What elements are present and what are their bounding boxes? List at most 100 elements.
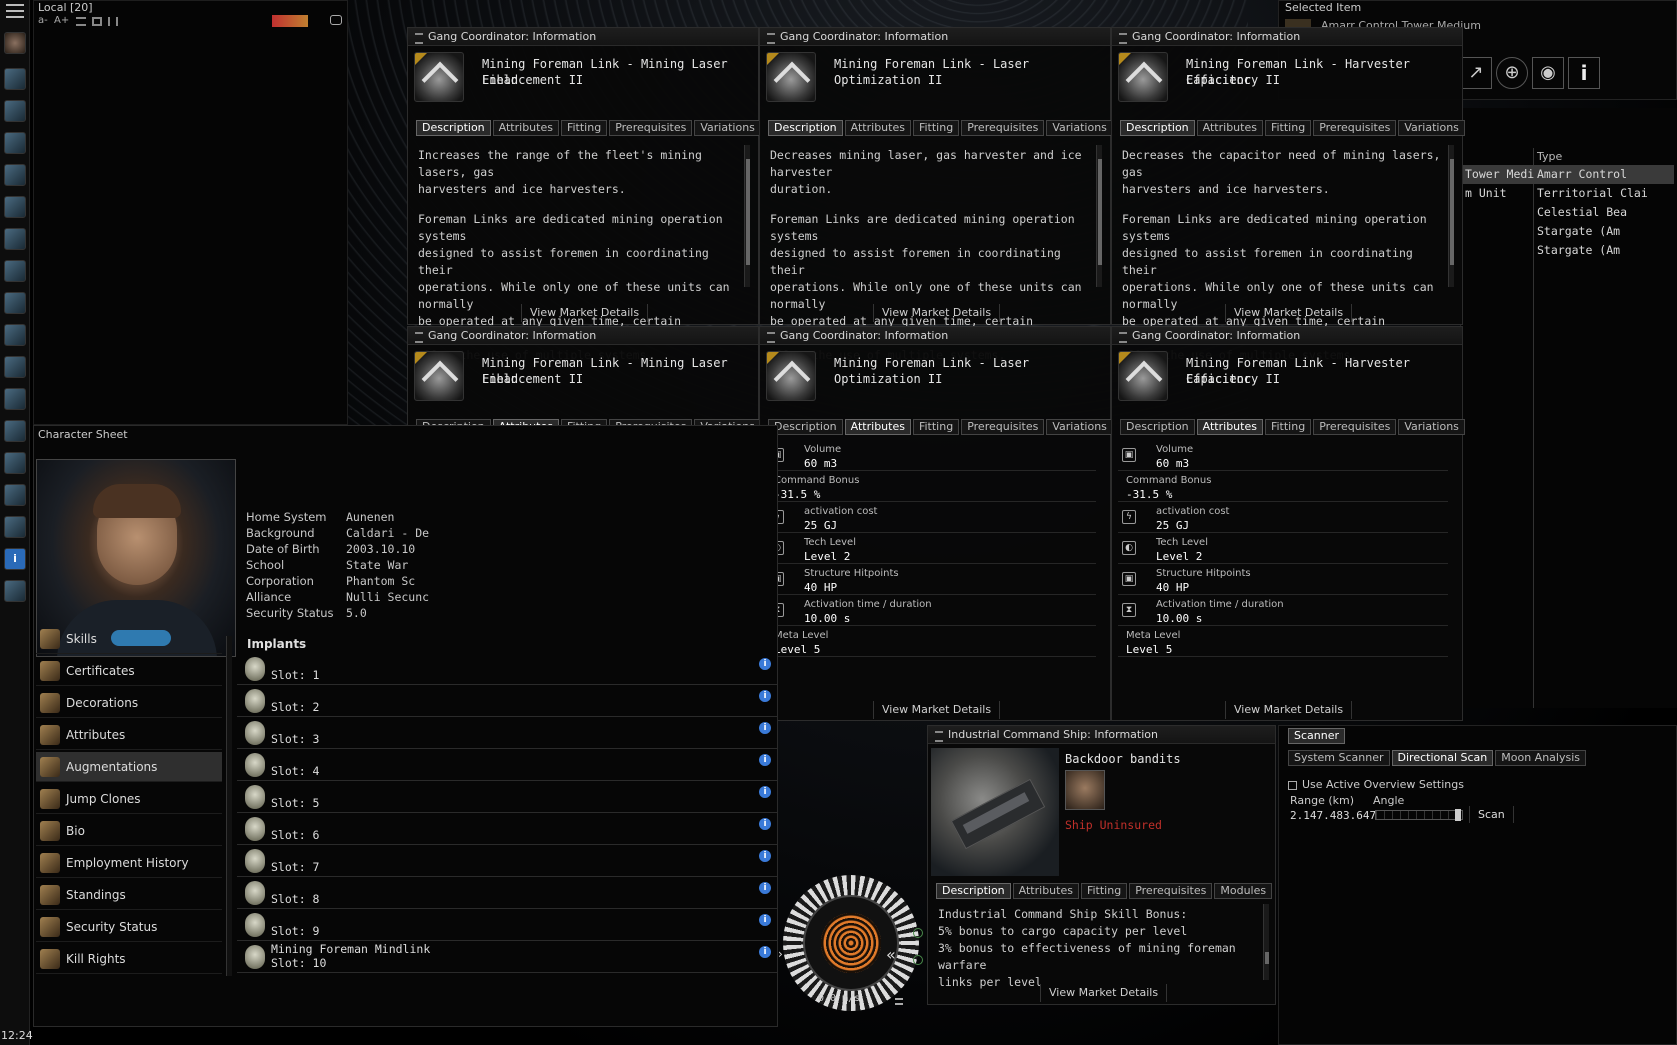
tab-directional-scan[interactable]: Directional Scan (1391, 750, 1494, 766)
fleet-icon[interactable] (4, 100, 26, 122)
implant-slot[interactable]: Slot: 1 i (237, 654, 777, 685)
nav-item-jump-clones[interactable]: Jump Clones (36, 784, 222, 814)
tab-fitting[interactable]: Fitting (1080, 883, 1128, 899)
tab-attributes[interactable]: Attributes (844, 120, 911, 136)
agents-icon[interactable] (4, 388, 26, 410)
use-overview-checkbox[interactable] (1288, 781, 1297, 790)
implant-slot[interactable]: Slot: 9 i (237, 910, 777, 941)
tab-fitting[interactable]: Fitting (1264, 419, 1312, 435)
approach-icon[interactable]: ↗ (1460, 57, 1492, 89)
corporation-icon[interactable] (4, 164, 26, 186)
settings-icon[interactable] (4, 580, 26, 602)
tab-description[interactable]: Description (1120, 419, 1195, 435)
tab-moon-analysis[interactable]: Moon Analysis (1495, 750, 1587, 766)
implant-slot[interactable]: Slot: 2 i (237, 686, 777, 717)
overview-type-header[interactable]: Type (1537, 150, 1562, 163)
tab-description[interactable]: Description (416, 120, 491, 136)
collapse-hud-icon[interactable]: « (886, 945, 896, 964)
implant-slot[interactable]: Slot: 4 i (237, 750, 777, 781)
tab-description[interactable]: Description (768, 419, 843, 435)
tab-prerequisites[interactable]: Prerequisites (1313, 419, 1397, 435)
tab-fitting[interactable]: Fitting (560, 120, 608, 136)
pilot-avatar[interactable] (1065, 770, 1105, 810)
tab-description[interactable]: Description (1120, 120, 1195, 136)
target-icon[interactable]: ⊕ (1496, 57, 1528, 89)
tab-variations[interactable]: Variations (1398, 419, 1465, 435)
nav-item-employment-history[interactable]: Employment History (36, 848, 222, 878)
tab-variations[interactable]: Variations (1046, 419, 1113, 435)
implant-slot[interactable]: Slot: 8 i (237, 878, 777, 909)
implant-slot[interactable]: Slot: 7 i (237, 846, 777, 877)
ship-desc-scrollbar[interactable] (1263, 904, 1269, 980)
description-scrollbar[interactable] (744, 145, 750, 287)
tab-modules[interactable]: Modules (1214, 883, 1273, 899)
tab-prerequisites[interactable]: Prerequisites (961, 120, 1045, 136)
tab-fitting[interactable]: Fitting (1264, 120, 1312, 136)
nav-item-skills[interactable]: Skills (36, 624, 222, 654)
implant-slot[interactable]: Mining Foreman Mindlink Slot: 10 i (237, 942, 777, 973)
show-info-icon[interactable]: i (759, 722, 771, 734)
fitting-icon[interactable] (4, 452, 26, 474)
show-info-icon[interactable]: i (759, 882, 771, 894)
notepad-icon[interactable] (4, 420, 26, 442)
capacitor-core-icon[interactable] (821, 913, 881, 973)
tab-description[interactable]: Description (768, 120, 843, 136)
standing-filter-icon[interactable] (272, 15, 308, 27)
tab-fitting[interactable]: Fitting (912, 120, 960, 136)
tab-system-scanner[interactable]: System Scanner (1288, 750, 1390, 766)
overview-row[interactable]: Tower Medi Amarr Control (1461, 165, 1674, 184)
description-scrollbar[interactable] (1448, 145, 1454, 287)
description-scrollbar[interactable] (1096, 145, 1102, 287)
tab-prerequisites[interactable]: Prerequisites (961, 419, 1045, 435)
show-info-icon[interactable]: i (759, 754, 771, 766)
science-icon[interactable] (4, 356, 26, 378)
nav-scrollbar[interactable] (226, 636, 232, 976)
show-info-icon[interactable]: i (759, 786, 771, 798)
show-info-icon[interactable]: i (759, 818, 771, 830)
show-info-icon[interactable]: i (759, 658, 771, 670)
tab-prerequisites[interactable]: Prerequisites (1313, 120, 1397, 136)
view-market-details-button[interactable]: View Market Details (1040, 984, 1168, 1002)
warp-icon[interactable] (913, 955, 923, 965)
nav-item-augmentations[interactable]: Augmentations (36, 752, 222, 782)
nav-item-kill-rights[interactable]: Kill Rights (36, 944, 222, 974)
tab-variations[interactable]: Variations (694, 120, 761, 136)
show-info-icon[interactable]: i (759, 946, 771, 958)
overview-row[interactable]: Celestial Bea (1461, 203, 1674, 222)
tab-prerequisites[interactable]: Prerequisites (1129, 883, 1213, 899)
view-market-details-button[interactable]: View Market Details (873, 304, 1001, 322)
implant-slot[interactable]: Slot: 3 i (237, 718, 777, 749)
nav-item-decorations[interactable]: Decorations (36, 688, 222, 718)
list-view-icon[interactable] (76, 17, 86, 26)
scan-button[interactable]: Scan (1469, 806, 1514, 823)
tab-description[interactable]: Description (936, 883, 1011, 899)
tab-fitting[interactable]: Fitting (912, 419, 960, 435)
implant-slot[interactable]: Slot: 5 i (237, 782, 777, 813)
overview-row[interactable]: m Unit Territorial Clai (1461, 184, 1674, 203)
tab-attributes[interactable]: Attributes (1196, 120, 1263, 136)
show-info-icon[interactable]: i (759, 850, 771, 862)
tab-variations[interactable]: Variations (1046, 120, 1113, 136)
tab-attributes[interactable]: Attributes (1012, 883, 1079, 899)
character-portrait-icon[interactable] (4, 32, 26, 54)
calculator-icon[interactable] (4, 516, 26, 538)
view-market-details-button[interactable]: View Market Details (1225, 304, 1353, 322)
tab-prerequisites[interactable]: Prerequisites (609, 120, 693, 136)
menu-icon[interactable] (6, 4, 24, 18)
font-increase-button[interactable]: A+ (54, 15, 69, 26)
expand-left-icon[interactable]: › (778, 947, 783, 961)
view-market-details-button[interactable]: View Market Details (1225, 701, 1353, 719)
nav-item-certificates[interactable]: Certificates (36, 656, 222, 686)
range-input[interactable]: 2.147.483.647 (1290, 809, 1376, 822)
detail-view-icon[interactable] (92, 17, 102, 26)
overview-row[interactable]: Stargate (Am (1461, 241, 1674, 260)
info-icon[interactable]: i (4, 548, 26, 570)
mail-icon[interactable] (4, 132, 26, 154)
assets-icon[interactable] (4, 228, 26, 250)
show-info-icon[interactable]: i (759, 914, 771, 926)
tab-attributes[interactable]: Attributes (1196, 419, 1263, 435)
look-at-icon[interactable]: ◉ (1532, 57, 1564, 89)
portrait-view-icon[interactable] (108, 17, 118, 26)
industry-icon[interactable] (4, 324, 26, 346)
nav-item-attributes[interactable]: Attributes (36, 720, 222, 750)
